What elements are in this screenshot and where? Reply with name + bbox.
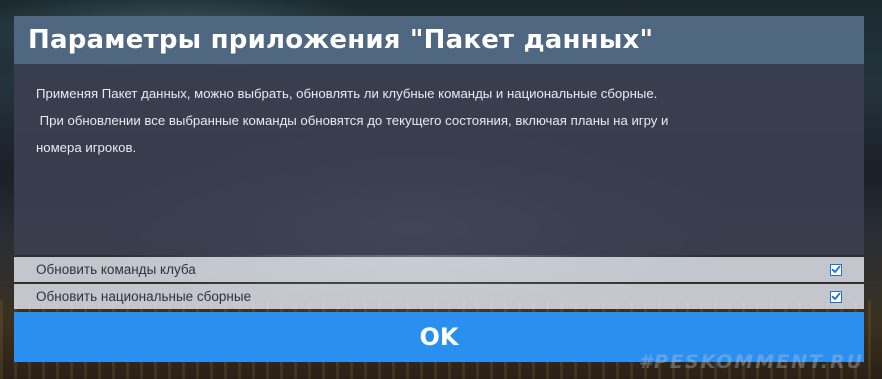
options-list: Обновить команды клуба Обновить национал…	[14, 257, 864, 309]
national-teams-checkbox[interactable]	[830, 290, 842, 303]
option-update-club-teams[interactable]: Обновить команды клуба	[14, 257, 864, 282]
watermark: #PESKOMMENT.RU	[638, 351, 864, 373]
checkmark-icon	[831, 265, 841, 273]
description-line-1: Применяя Пакет данных, можно выбрать, об…	[36, 86, 658, 101]
dialog-title: Параметры приложения "Пакет данных"	[28, 25, 654, 55]
option-update-national-teams[interactable]: Обновить национальные сборные	[14, 284, 864, 309]
description-line-2: При обновлении все выбранные команды обн…	[36, 113, 669, 128]
ok-button-label: OK	[419, 323, 459, 351]
dialog-description-panel: Применяя Пакет данных, можно выбрать, об…	[14, 64, 864, 255]
checkmark-icon	[831, 292, 841, 300]
club-teams-checkbox[interactable]	[830, 263, 842, 276]
data-pack-settings-dialog: Параметры приложения "Пакет данных" Прим…	[14, 16, 864, 362]
option-label: Обновить команды клуба	[36, 262, 196, 277]
option-label: Обновить национальные сборные	[36, 289, 252, 304]
dialog-title-bar: Параметры приложения "Пакет данных"	[14, 16, 864, 64]
description-line-3: номера игроков.	[36, 140, 137, 155]
